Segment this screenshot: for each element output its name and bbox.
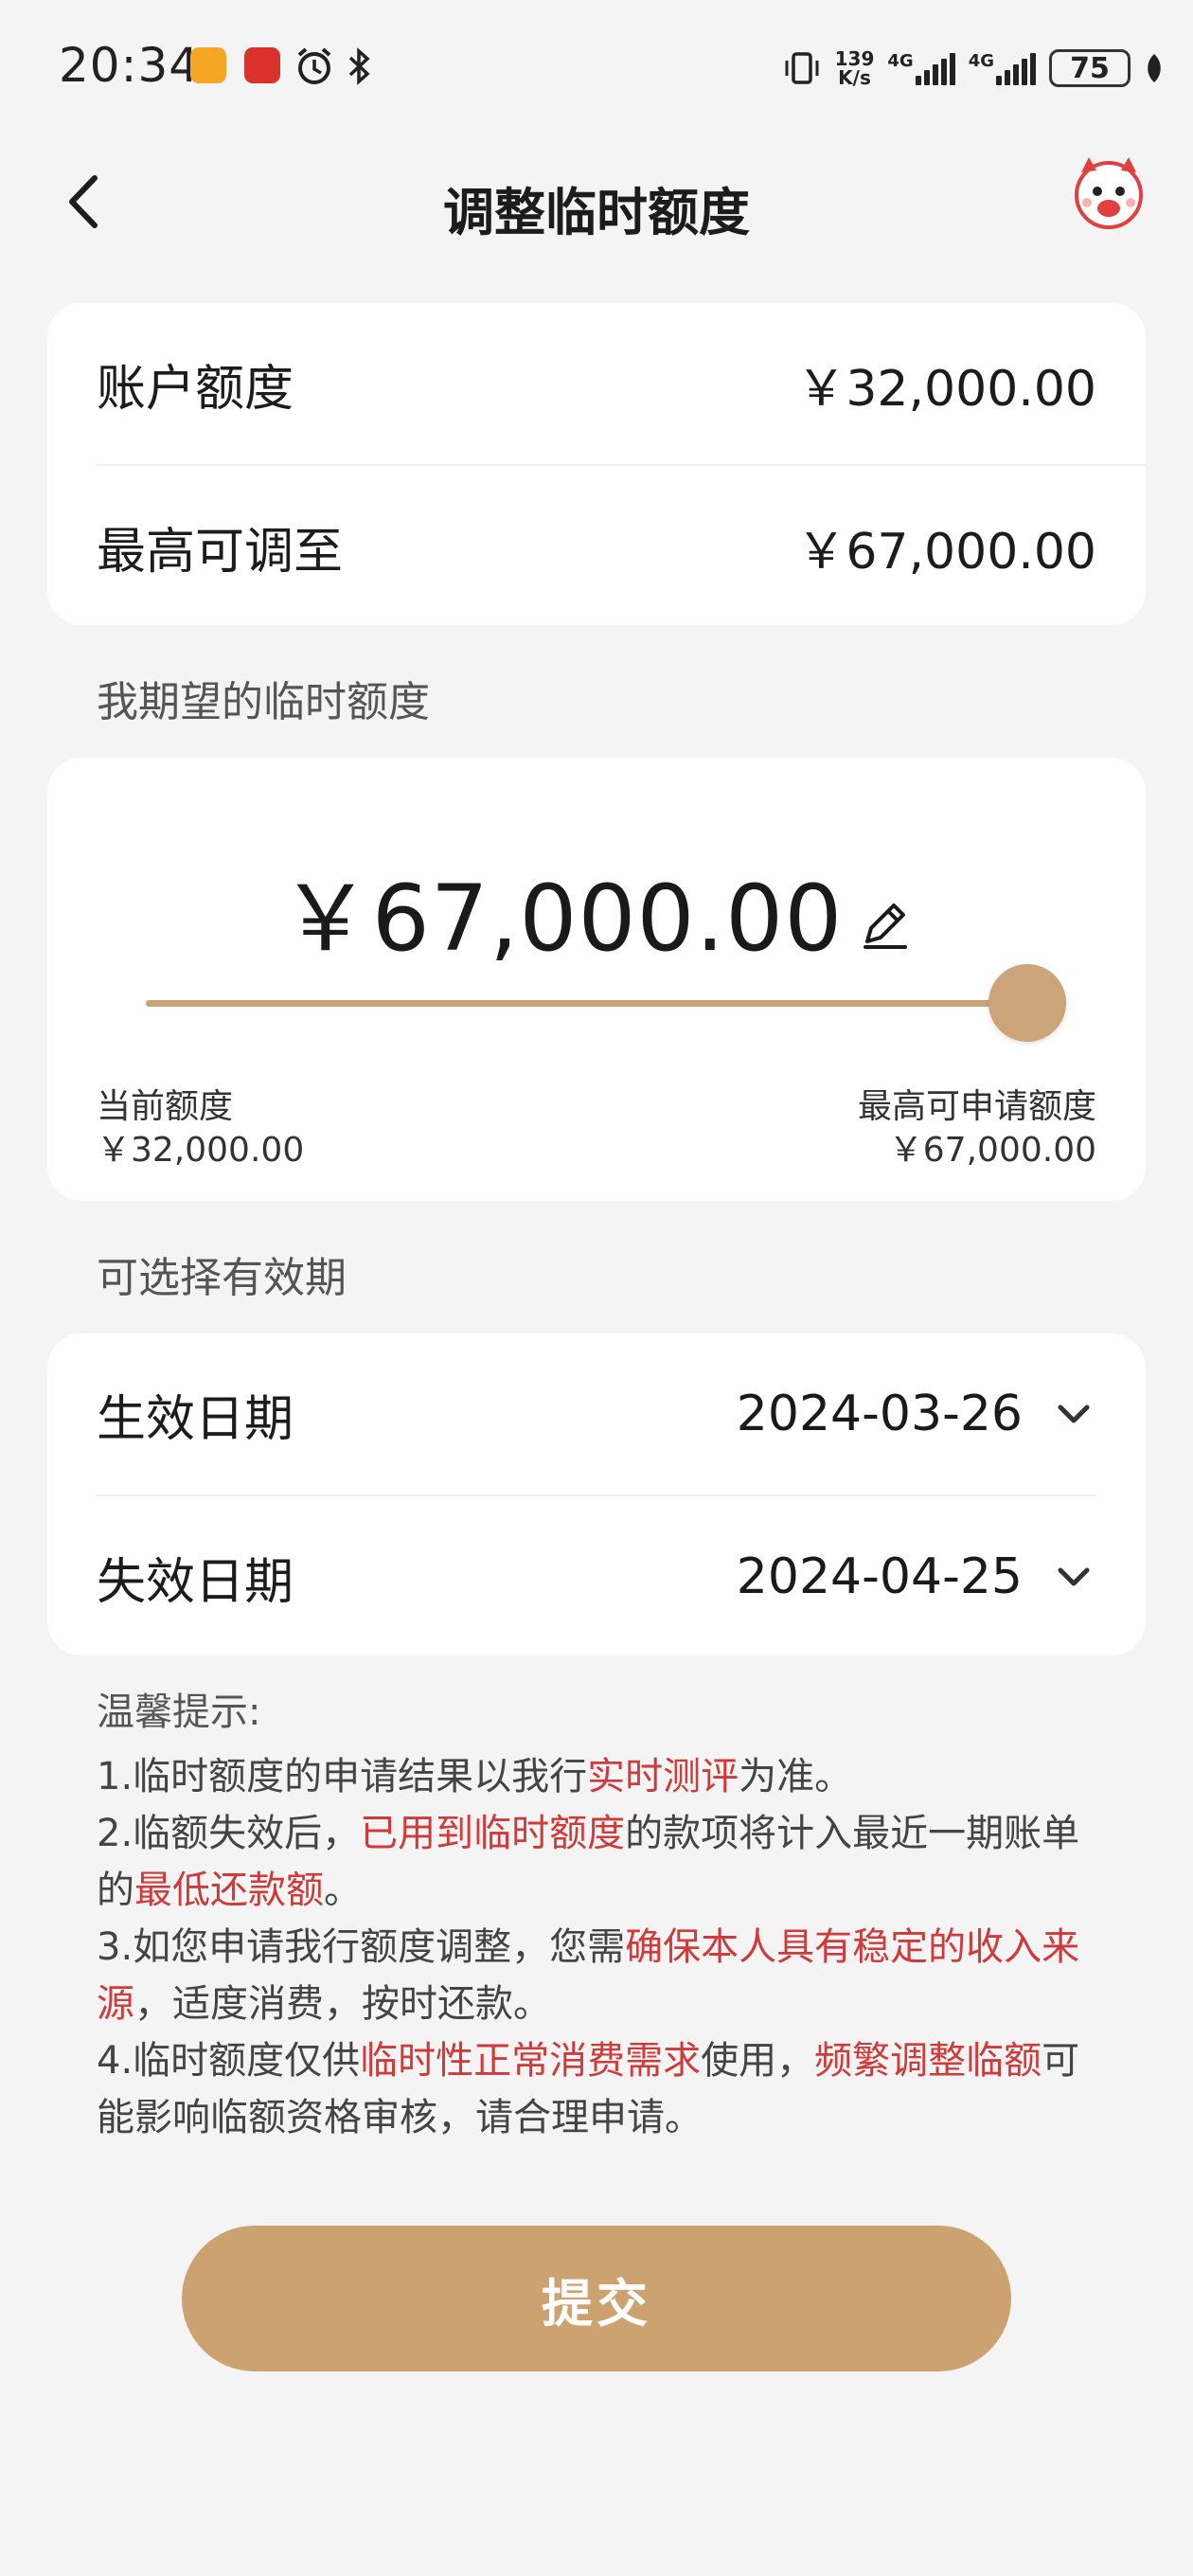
limit-slider-fill	[146, 1000, 1066, 1007]
bluetooth-icon	[348, 47, 370, 85]
tip-highlight: 临时性正常消费需求	[360, 2039, 702, 2083]
tip-item: 1.临时额度的申请结果以我行实时测评为准。	[97, 1748, 1110, 1805]
end-date-label: 失效日期	[97, 1553, 294, 1611]
tip-item: 2.临额失效后，已用到临时额度的款项将计入最近一期账单的最低还款额。	[97, 1805, 1110, 1919]
max-apply-range: 最高可申请额度 ￥67,000.00	[858, 1085, 1096, 1172]
app-notification-icon	[244, 47, 280, 83]
leaf-icon	[1148, 54, 1161, 82]
validity-section-label: 可选择有效期	[97, 1254, 347, 1302]
credit-limit-value: ￥32,000.00	[796, 360, 1096, 418]
tip-text: 4.临时额度仅供	[97, 2039, 361, 2083]
signal-bars-icon	[996, 51, 1036, 85]
limit-slider-track[interactable]	[146, 1000, 1066, 1007]
network-type: 4G	[887, 51, 914, 71]
tip-text: 3.如您申请我行额度调整，您需	[97, 1925, 626, 1969]
tip-item: 3.如您申请我行额度调整，您需确保本人具有稳定的收入来源，适度消费，按时还款。	[97, 1919, 1110, 2032]
chevron-down-icon	[1058, 1567, 1090, 1586]
current-limit-range: 当前额度 ￥32,000.00	[97, 1085, 304, 1172]
account-limit-card: 账户额度 ￥32,000.00 最高可调至 ￥67,000.00	[47, 303, 1146, 625]
status-bar: 20:34 139 K/s 4G 4G 75	[0, 0, 1193, 133]
current-limit-label: 当前额度	[97, 1087, 234, 1126]
chevron-down-icon	[1058, 1404, 1090, 1423]
tip-highlight: 已用到临时额度	[360, 1812, 626, 1855]
tip-highlight: 实时测评	[587, 1755, 739, 1798]
tip-text: 1.临时额度的申请结果以我行	[97, 1755, 588, 1798]
vibrate-icon	[785, 52, 819, 84]
submit-button[interactable]: 提交	[182, 2226, 1011, 2371]
app-notification-icon	[190, 47, 226, 83]
end-date-selector[interactable]: 2024-04-25	[737, 1548, 1096, 1605]
expected-amount: ￥67,000.00	[279, 866, 844, 972]
end-date-value: 2024-04-25	[736, 1548, 1023, 1605]
battery-icon: 75	[1049, 49, 1131, 87]
validity-card: 生效日期 2024-03-26 失效日期 2024-04-25	[47, 1333, 1146, 1655]
max-apply-label: 最高可申请额度	[857, 1087, 1096, 1126]
net-speed: 139 K/s	[835, 49, 875, 87]
tip-text: 为准。	[739, 1755, 853, 1798]
expected-limit-section-label: 我期望的临时额度	[97, 678, 430, 726]
max-adjust-value: ￥67,000.00	[796, 523, 1096, 581]
tip-text: 使用，	[701, 2039, 815, 2083]
signal-bars-icon	[915, 51, 955, 85]
tip-text: 。	[324, 1869, 362, 1912]
amount-display[interactable]: ￥67,000.00	[47, 845, 1146, 976]
start-date-selector[interactable]: 2024-03-26	[737, 1386, 1096, 1442]
tip-text: 2.临额失效后，	[97, 1812, 361, 1855]
status-time: 20:34	[59, 38, 201, 93]
current-limit-value: ￥32,000.00	[97, 1131, 305, 1170]
expected-amount-card: ￥67,000.00 当前额度 ￥32,000.00 最高可申请额度 ￥67,0…	[47, 758, 1146, 1201]
limit-slider-handle[interactable]	[988, 964, 1066, 1042]
start-date-row[interactable]: 生效日期 2024-03-26	[97, 1333, 1096, 1494]
edit-pencil-icon[interactable]	[854, 896, 913, 955]
alarm-icon	[297, 47, 331, 84]
tips-section: 温馨提示: 1.临时额度的申请结果以我行实时测评为准。 2.临额失效后，已用到临…	[97, 1684, 1110, 2146]
tip-highlight: 频繁调整临额	[814, 2039, 1042, 2083]
end-date-row[interactable]: 失效日期 2024-04-25	[97, 1496, 1096, 1657]
tip-text: ，适度消费，按时还款。	[134, 1982, 551, 2026]
start-date-label: 生效日期	[97, 1390, 294, 1448]
battery-level: 75	[1070, 51, 1110, 85]
start-date-value: 2024-03-26	[736, 1386, 1023, 1442]
signal-1: 4G	[887, 51, 955, 85]
credit-limit-row: 账户额度 ￥32,000.00	[97, 303, 1096, 464]
net-speed-value: 139	[834, 47, 875, 70]
page-title: 调整临时额度	[443, 183, 750, 242]
credit-limit-label: 账户额度	[97, 360, 294, 418]
tips-title: 温馨提示:	[97, 1690, 261, 1734]
net-speed-unit: K/s	[838, 66, 871, 89]
tip-item: 4.临时额度仅供临时性正常消费需求使用，频繁调整临额可能影响临额资格审核，请合理…	[97, 2032, 1110, 2146]
tip-highlight: 最低还款额	[134, 1869, 324, 1912]
max-apply-value: ￥67,000.00	[888, 1131, 1096, 1170]
network-type: 4G	[968, 51, 994, 71]
status-indicators: 139 K/s 4G 4G 75	[782, 45, 1165, 91]
mascot-icon[interactable]	[1066, 150, 1151, 235]
max-adjust-row: 最高可调至 ￥67,000.00	[97, 466, 1096, 627]
header: 调整临时额度	[0, 133, 1193, 275]
max-adjust-label: 最高可调至	[97, 523, 344, 581]
signal-2: 4G	[969, 51, 1036, 85]
